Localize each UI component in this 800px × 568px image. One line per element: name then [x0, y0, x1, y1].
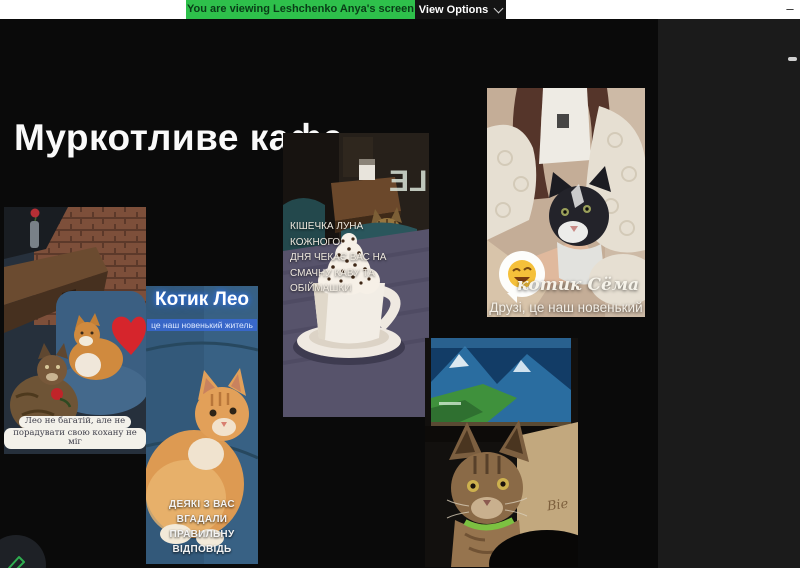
- photo-subtitle: це наш новенький житель: [146, 315, 258, 333]
- caption-line: порадувати свою кохану не міг: [4, 428, 146, 449]
- overlay-line: ОБІЙМАШКИ: [290, 283, 352, 294]
- photo-cats-sofa: Лео не багатій, але не порадувати свою к…: [4, 207, 146, 454]
- annotation-pencil-button[interactable]: [0, 535, 46, 568]
- footer-line: ДЕЯКІ З ВАС ВГАДАЛИ: [169, 499, 235, 525]
- overlay-line: СМАЧНУ КАВУ ТА: [290, 267, 375, 279]
- zoom-screenshare-window: You are viewing Leshchenko Anya's screen…: [0, 0, 800, 568]
- wall-script-text: Bie: [545, 496, 569, 515]
- view-options-button[interactable]: View Options: [415, 0, 506, 19]
- chevron-down-icon: [493, 3, 504, 13]
- photo-subtitle-text: це наш новенький житель: [147, 319, 257, 331]
- scrollbar-thumb[interactable]: [788, 57, 797, 61]
- cat-name-script: котик Сёма: [516, 275, 639, 295]
- overlay-line: КІШЕЧКА ЛУНА КОЖНОГО: [290, 221, 364, 248]
- participants-sidebar: Leshchenko Anya Leshchenko Anya: [658, 19, 800, 568]
- top-bar: You are viewing Leshchenko Anya's screen…: [0, 0, 800, 19]
- overlay-line: ДНЯ ЧЕКАЄ ВАС НА: [290, 252, 387, 263]
- photo-coffee-luna: LE КІШЕЧКА ЛУНА КОЖНОГО ДНЯ ЧЕКАЄ ВАС НА…: [283, 133, 429, 417]
- photo-caption: Друзі, це наш новенький: [489, 300, 643, 315]
- view-options-label: View Options: [418, 3, 489, 16]
- shared-screen-area: Муркотливе кафе Лео не багатій, але не п…: [0, 19, 658, 568]
- minimize-button[interactable]: –: [783, 2, 797, 17]
- photo-cat-syoma: котик Сёма Друзі, це наш новенький: [487, 88, 645, 317]
- photo-footer-text: ДЕЯКІ З ВАС ВГАДАЛИ ПРАВИЛЬНУ ВІДПОВІДЬ: [146, 497, 258, 557]
- viewing-screen-banner: You are viewing Leshchenko Anya's screen: [186, 0, 415, 19]
- photo-title: Котик Лео: [154, 289, 249, 310]
- neon-sign-text: LE: [388, 165, 427, 198]
- caption-line: Лео не багатій, але не: [18, 416, 132, 428]
- photo-caption-bubble: Лео не багатій, але не порадувати свою к…: [4, 410, 146, 449]
- photo-overlay-text: КІШЕЧКА ЛУНА КОЖНОГО ДНЯ ЧЕКАЄ ВАС НА СМ…: [290, 219, 400, 297]
- cat-tv-image: [425, 338, 578, 567]
- footer-line: ПРАВИЛЬНУ ВІДПОВІДЬ: [169, 529, 235, 555]
- photo-cat-leo: Котик Лео це наш новенький житель ДЕЯКІ …: [146, 286, 258, 564]
- photo-cat-tv: Bie: [425, 338, 578, 567]
- pencil-icon: [7, 556, 25, 568]
